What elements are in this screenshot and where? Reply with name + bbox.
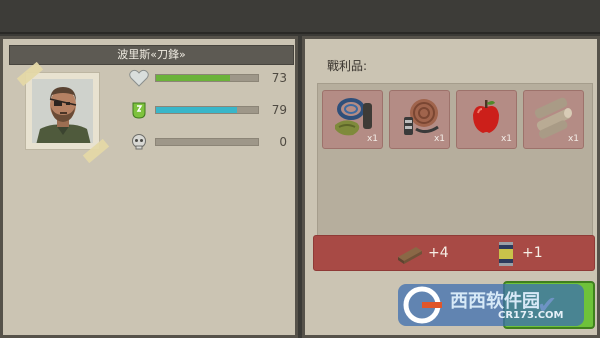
- plank-icon: [398, 247, 422, 264]
- plank-count: +4: [428, 245, 449, 261]
- infection-value: 0: [279, 135, 287, 149]
- loot-slot-rope-coil[interactable]: x1: [389, 90, 450, 149]
- loot-qty: x1: [433, 134, 445, 144]
- thirst-bar-fill: [156, 107, 237, 113]
- heart-icon: [129, 69, 149, 87]
- character-name: 波里斯«刀鋒»: [9, 45, 294, 65]
- loot-title: 戰利品:: [327, 59, 368, 73]
- health-bar: [155, 74, 259, 82]
- watermark-sub: CR173.COM: [498, 310, 564, 321]
- rope-coil-icon: [404, 99, 439, 135]
- infection-bar: [155, 138, 259, 146]
- loot-summary: +4 +1: [313, 235, 595, 271]
- health-bar-fill: [156, 75, 231, 81]
- skull-icon: [132, 134, 146, 150]
- wood-logs-icon: [534, 97, 572, 139]
- thirst-bar: [155, 106, 259, 114]
- apple-icon: [473, 100, 499, 133]
- character-face-icon: [32, 79, 93, 143]
- watermark: 西西软件园 CR173.COM: [398, 282, 584, 328]
- character-portrait: [25, 72, 100, 150]
- loot-qty: x1: [567, 134, 579, 144]
- water-drop-icon: [132, 102, 146, 119]
- rope-and-cloth-icon: [335, 98, 372, 136]
- canned-food-count: +1: [522, 245, 543, 261]
- loot-slot-rope-cloth[interactable]: x1: [322, 90, 383, 149]
- thirst-value: 79: [271, 103, 287, 117]
- loot-grid: x1 x1 x1 x1: [317, 83, 593, 237]
- top-bar: [0, 0, 600, 34]
- portrait-image: [32, 79, 93, 143]
- character-panel: 波里斯«刀鋒» 73 79 0: [0, 36, 298, 338]
- health-value: 73: [271, 71, 287, 85]
- loot-qty: x1: [500, 134, 512, 144]
- loot-qty: x1: [366, 134, 378, 144]
- canned-food-icon: [499, 242, 513, 266]
- loot-slot-apple[interactable]: x1: [456, 90, 517, 149]
- loot-slot-wood[interactable]: x1: [523, 90, 584, 149]
